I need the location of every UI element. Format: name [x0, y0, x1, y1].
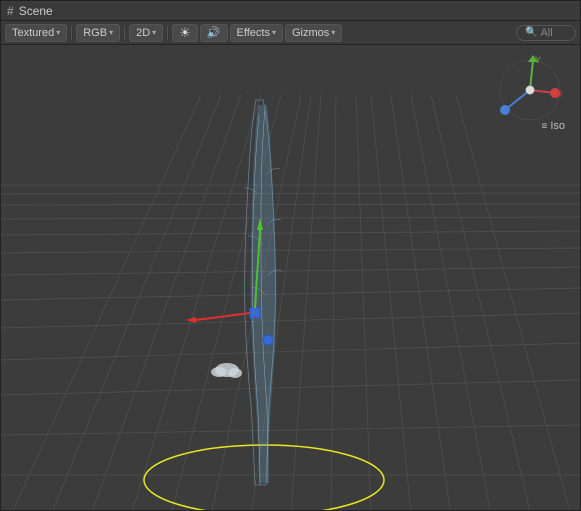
- iso-label: ≡ Iso: [541, 120, 565, 132]
- sun-button[interactable]: ☀: [172, 24, 198, 42]
- viewport[interactable]: .grid-line { stroke: #525252; stroke-wid…: [1, 45, 580, 510]
- effects-label: Effects: [237, 27, 270, 39]
- sep3: [167, 26, 168, 40]
- title-bar: # Scene: [1, 1, 580, 21]
- window-title: Scene: [19, 4, 53, 18]
- sep1: [71, 26, 72, 40]
- color-mode-label: RGB: [83, 27, 107, 39]
- dimension-dropdown[interactable]: 2D ▾: [129, 24, 163, 42]
- speaker-button[interactable]: 🔊: [200, 24, 228, 42]
- view-mode-arrow: ▾: [56, 28, 60, 37]
- svg-text:Y: Y: [535, 55, 541, 65]
- dimension-arrow: ▾: [152, 28, 156, 37]
- iso-lines-icon: ≡: [541, 121, 547, 132]
- search-field[interactable]: 🔍 All: [516, 25, 576, 41]
- toolbar: Textured ▾ RGB ▾ 2D ▾ ☀ 🔊 Effects ▾ Gizm…: [1, 21, 580, 45]
- transform-origin: [250, 308, 260, 318]
- scene-icon: #: [7, 4, 14, 18]
- gizmo-svg: Y X: [495, 55, 565, 125]
- sun-icon: ☀: [179, 25, 191, 41]
- effects-dropdown[interactable]: Effects ▾: [230, 24, 283, 42]
- view-mode-dropdown[interactable]: Textured ▾: [5, 24, 67, 42]
- gizmos-label: Gizmos: [292, 27, 329, 39]
- speaker-icon: 🔊: [207, 26, 221, 39]
- search-placeholder: All: [540, 27, 552, 39]
- svg-text:X: X: [557, 89, 563, 99]
- effects-arrow: ▾: [272, 28, 276, 37]
- color-mode-dropdown[interactable]: RGB ▾: [76, 24, 120, 42]
- grid-overlay: .grid-line { stroke: #525252; stroke-wid…: [1, 45, 580, 510]
- iso-text: Iso: [550, 120, 565, 132]
- dimension-label: 2D: [136, 27, 150, 39]
- color-mode-arrow: ▾: [109, 28, 113, 37]
- scene-window: # Scene Textured ▾ RGB ▾ 2D ▾ ☀ 🔊 Effect…: [0, 0, 581, 511]
- gizmos-dropdown[interactable]: Gizmos ▾: [285, 24, 342, 42]
- view-mode-label: Textured: [12, 27, 54, 39]
- sep2: [124, 26, 125, 40]
- gizmos-arrow: ▾: [331, 28, 335, 37]
- search-icon: 🔍: [525, 27, 537, 38]
- axis-gizmo[interactable]: Y X: [495, 55, 565, 125]
